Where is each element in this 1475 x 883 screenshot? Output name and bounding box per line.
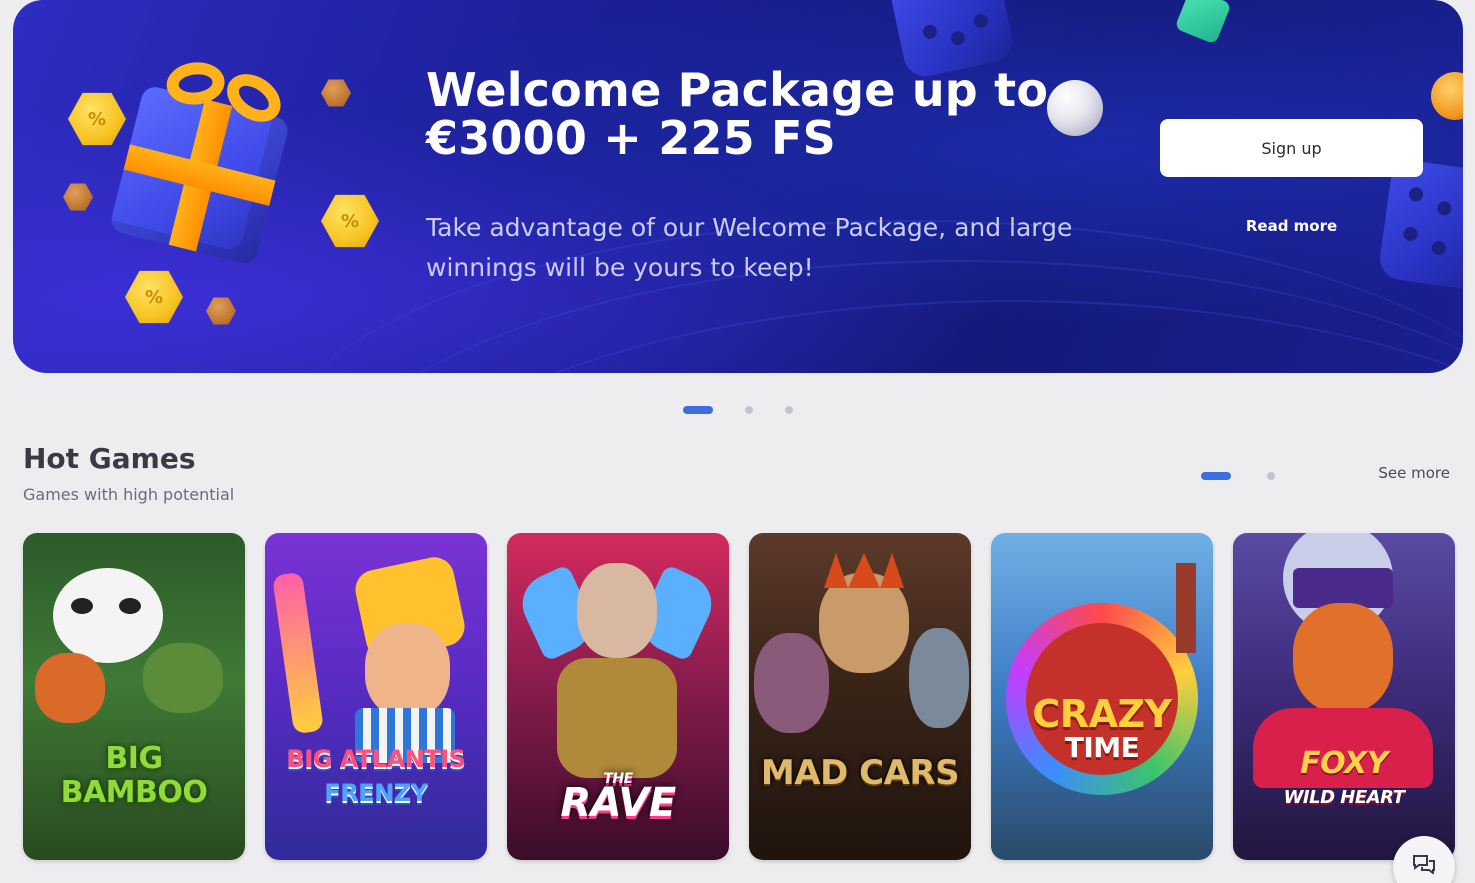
- game-logo-line: WILD HEART: [1283, 787, 1405, 808]
- game-card-foxy-wild-heart[interactable]: FOXY WILD HEART: [1233, 533, 1455, 860]
- chip-icon: [1431, 72, 1463, 120]
- staff-illustration: [272, 571, 324, 735]
- bald-man-illustration: [909, 628, 969, 728]
- monkey-illustration: [143, 643, 223, 713]
- character-face: [365, 623, 450, 718]
- hot-games-list: BIG BAMBOO BIG ATLANTIS FRENZY THE RAVE …: [23, 533, 1475, 860]
- gem-icon: [1174, 0, 1232, 45]
- gift-box-illustration: [97, 45, 329, 280]
- game-logo-line: FOXY: [1300, 746, 1388, 781]
- games-pagination: [1201, 472, 1311, 480]
- fox-illustration: [1293, 603, 1393, 713]
- game-card-the-rave[interactable]: THE RAVE: [507, 533, 729, 860]
- small-coin-icon: [63, 183, 93, 211]
- game-logo: THE RAVE: [507, 772, 729, 826]
- welcome-banner: % % % Welcome Package up to €3000 + 225 …: [13, 0, 1463, 373]
- banner-title: Welcome Package up to €3000 + 225 FS: [426, 63, 1049, 165]
- panda-eye: [119, 598, 141, 614]
- woman-illustration: [754, 633, 829, 733]
- banner-subtitle: Take advantage of our Welcome Package, a…: [426, 213, 1073, 282]
- game-logo-line: MAD CARS: [760, 753, 960, 793]
- signup-button[interactable]: Sign up: [1160, 119, 1423, 177]
- game-card-crazy-time[interactable]: CRAZY TIME: [991, 533, 1213, 860]
- games-dot-1[interactable]: [1201, 472, 1231, 480]
- games-dot-2[interactable]: [1267, 472, 1275, 480]
- panda-eye: [71, 598, 93, 614]
- warrior-face: [819, 573, 909, 673]
- read-more-link[interactable]: Read more: [1160, 213, 1423, 239]
- small-coin-icon: [206, 297, 236, 325]
- game-logo-line: RAVE: [560, 780, 676, 826]
- game-logo-line: TIME: [1064, 731, 1140, 764]
- game-card-big-bamboo[interactable]: BIG BAMBOO: [23, 533, 245, 860]
- raver-body: [557, 658, 677, 778]
- game-logo: CRAZY TIME: [991, 692, 1213, 765]
- panda-illustration: [53, 568, 163, 663]
- game-card-big-atlantis-frenzy[interactable]: BIG ATLANTIS FRENZY: [265, 533, 487, 860]
- game-logo-line: FRENZY: [324, 779, 428, 807]
- game-logo: FOXY WILD HEART: [1233, 747, 1455, 815]
- banner-dot-1[interactable]: [683, 406, 713, 414]
- game-logo: MAD CARS: [749, 756, 971, 790]
- boar-illustration: [35, 653, 105, 723]
- hot-games-title: Hot Games: [23, 442, 196, 475]
- game-logo: BIG ATLANTIS FRENZY: [265, 742, 487, 810]
- tower-illustration: [1176, 563, 1196, 653]
- crown-illustration: [824, 553, 904, 588]
- raver-face: [577, 563, 657, 658]
- game-logo-line: BIG ATLANTIS: [286, 745, 466, 773]
- banner-pagination: [683, 406, 825, 414]
- hot-games-subtitle: Games with high potential: [23, 485, 235, 504]
- game-logo-line: BIG: [105, 741, 163, 776]
- percent-coin-icon: %: [68, 92, 126, 146]
- game-card-mad-cars[interactable]: MAD CARS: [749, 533, 971, 860]
- see-more-link[interactable]: See more: [1360, 464, 1450, 482]
- percent-coin-icon: %: [321, 194, 379, 248]
- banner-dot-2[interactable]: [745, 406, 753, 414]
- game-logo: BIG BAMBOO: [23, 742, 245, 810]
- percent-coin-icon: %: [125, 270, 183, 324]
- banner-dot-3[interactable]: [785, 406, 793, 414]
- game-logo-line: CRAZY: [1032, 692, 1172, 736]
- game-logo-line: BAMBOO: [60, 775, 208, 810]
- chat-bubbles-icon: [1413, 855, 1435, 874]
- hat-illustration: [1293, 568, 1393, 608]
